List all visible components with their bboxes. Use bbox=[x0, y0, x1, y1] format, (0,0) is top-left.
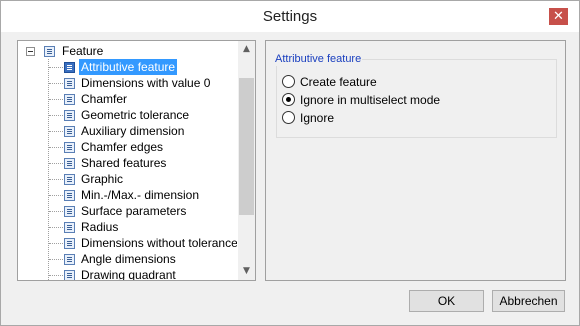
tree-branch-line bbox=[49, 131, 63, 132]
list-node-icon bbox=[64, 94, 75, 105]
options-panel: Attributive feature Create feature Ignore… bbox=[265, 40, 566, 281]
list-node-icon bbox=[64, 142, 75, 153]
tree-root-item[interactable]: Feature bbox=[18, 43, 237, 59]
tree-item-label: Surface parameters bbox=[81, 204, 187, 218]
radio-option[interactable]: Ignore bbox=[282, 109, 552, 125]
settings-dialog: Settings ✕ Feature Attributive feature Di… bbox=[0, 0, 580, 326]
tree-item-label: Attributive feature bbox=[79, 59, 178, 75]
tree-item[interactable]: Auxiliary dimension bbox=[18, 123, 237, 139]
tree-item-label: Min.-/Max.- dimension bbox=[81, 188, 200, 202]
tree-item[interactable]: Min.-/Max.- dimension bbox=[18, 187, 237, 203]
tree-item-label: Graphic bbox=[81, 172, 124, 186]
tree-item[interactable]: Angle dimensions bbox=[18, 251, 237, 267]
radio-label: Create feature bbox=[300, 75, 377, 89]
radio-button[interactable] bbox=[282, 93, 295, 106]
tree-item[interactable]: Drawing quadrant bbox=[18, 267, 237, 280]
tree-item[interactable]: Surface parameters bbox=[18, 203, 237, 219]
tree-item-label: Auxiliary dimension bbox=[81, 124, 185, 138]
list-node-icon bbox=[64, 174, 75, 185]
collapse-icon[interactable] bbox=[26, 47, 35, 56]
tree-item-label: Shared features bbox=[81, 156, 167, 170]
list-node-icon bbox=[64, 254, 75, 265]
tree-item-label: Dimensions without tolerance bbox=[81, 236, 237, 250]
tree-root-label: Feature bbox=[62, 44, 104, 58]
folder-list-icon bbox=[44, 46, 55, 57]
radio-button[interactable] bbox=[282, 75, 295, 88]
tree-branch-line bbox=[49, 83, 63, 84]
tree-item-label: Angle dimensions bbox=[81, 252, 176, 266]
list-node-icon bbox=[64, 126, 75, 137]
tree-branch-line bbox=[49, 163, 63, 164]
scroll-down-icon[interactable]: ▼ bbox=[238, 263, 255, 280]
cancel-button[interactable]: Abbrechen bbox=[492, 290, 565, 312]
title-bar: Settings ✕ bbox=[1, 1, 579, 32]
tree-branch-line bbox=[49, 243, 63, 244]
window-title: Settings bbox=[262, 8, 318, 25]
scroll-thumb[interactable] bbox=[239, 78, 254, 215]
list-node-icon bbox=[64, 190, 75, 201]
list-node-icon bbox=[64, 270, 75, 280]
tree-item[interactable]: Shared features bbox=[18, 155, 237, 171]
tree-item[interactable]: Attributive feature bbox=[18, 59, 237, 75]
list-node-icon bbox=[64, 222, 75, 233]
close-icon: ✕ bbox=[553, 9, 564, 24]
tree-branch-line bbox=[49, 195, 63, 196]
tree-item-label: Geometric tolerance bbox=[81, 108, 190, 122]
list-node-icon bbox=[64, 78, 75, 89]
radio-label: Ignore bbox=[300, 111, 335, 125]
tree-content: Feature Attributive feature Dimensions wi… bbox=[18, 41, 237, 280]
tree-item[interactable]: Radius bbox=[18, 219, 237, 235]
tree-item-label: Radius bbox=[81, 220, 119, 234]
tree-item[interactable]: Dimensions with value 0 bbox=[18, 75, 237, 91]
radio-button[interactable] bbox=[282, 111, 295, 124]
list-node-icon bbox=[64, 158, 75, 169]
tree-branch-line bbox=[49, 275, 63, 276]
list-node-icon bbox=[64, 62, 75, 73]
tree-item[interactable]: Dimensions without tolerance bbox=[18, 235, 237, 251]
tree-branch-line bbox=[49, 259, 63, 260]
tree-branch-line bbox=[49, 211, 63, 212]
ok-button[interactable]: OK bbox=[409, 290, 484, 312]
tree-item[interactable]: Chamfer edges bbox=[18, 139, 237, 155]
tree-branch-line bbox=[49, 67, 63, 68]
tree-branch-line bbox=[49, 147, 63, 148]
scroll-up-icon[interactable]: ▲ bbox=[238, 41, 255, 58]
tree-item[interactable]: Chamfer bbox=[18, 91, 237, 107]
tree-branch-line bbox=[49, 115, 63, 116]
tree-scrollbar[interactable]: ▲ ▼ bbox=[238, 41, 255, 280]
radio-option[interactable]: Create feature bbox=[282, 73, 552, 89]
tree-branch-line bbox=[49, 227, 63, 228]
close-button[interactable]: ✕ bbox=[549, 8, 568, 25]
group-title: Attributive feature bbox=[274, 52, 363, 66]
tree-item-label: Drawing quadrant bbox=[81, 268, 176, 280]
radio-option[interactable]: Ignore in multiselect mode bbox=[282, 91, 552, 107]
radio-label: Ignore in multiselect mode bbox=[300, 93, 441, 107]
tree-item-label: Chamfer edges bbox=[81, 140, 164, 154]
settings-tree[interactable]: Feature Attributive feature Dimensions wi… bbox=[17, 40, 256, 281]
tree-item-label: Dimensions with value 0 bbox=[81, 76, 211, 90]
tree-item[interactable]: Geometric tolerance bbox=[18, 107, 237, 123]
list-node-icon bbox=[64, 110, 75, 121]
list-node-icon bbox=[64, 206, 75, 217]
tree-branch-line bbox=[49, 179, 63, 180]
tree-item-label: Chamfer bbox=[81, 92, 128, 106]
tree-item[interactable]: Graphic bbox=[18, 171, 237, 187]
list-node-icon bbox=[64, 238, 75, 249]
tree-branch-line bbox=[49, 99, 63, 100]
